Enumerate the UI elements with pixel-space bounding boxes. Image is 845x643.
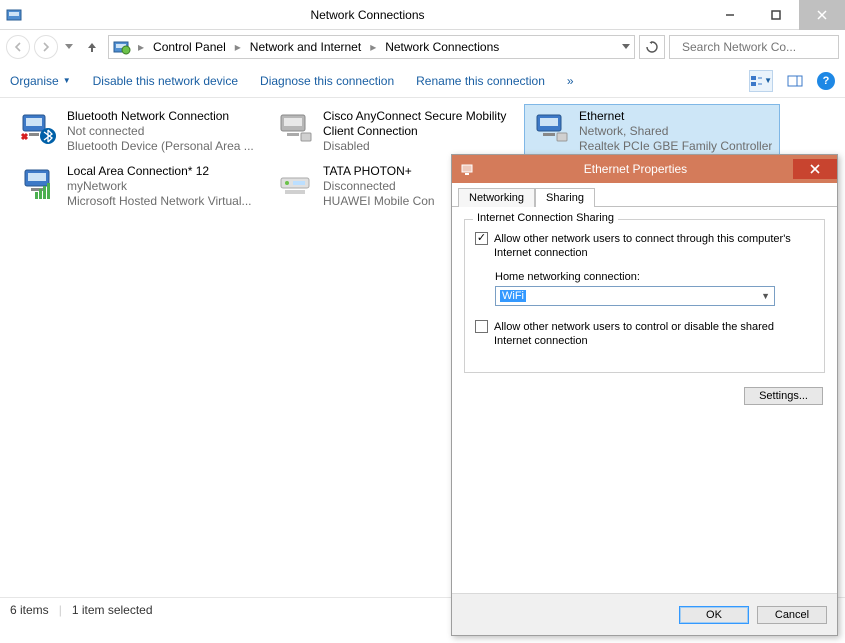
diagnose-connection-button[interactable]: Diagnose this connection	[260, 74, 394, 88]
allow-control-label: Allow other network users to control or …	[494, 320, 814, 349]
tab-networking[interactable]: Networking	[458, 188, 535, 207]
group-legend: Internet Connection Sharing	[473, 212, 618, 224]
allow-connect-checkbox-row[interactable]: Allow other network users to connect thr…	[475, 232, 814, 261]
help-button[interactable]: ?	[817, 72, 835, 90]
item-name: Ethernet	[579, 109, 772, 124]
chevron-down-icon: ▼	[63, 76, 71, 85]
connection-item-ethernet[interactable]: Ethernet Network, Shared Realtek PCIe GB…	[524, 104, 780, 159]
location-icon	[113, 39, 131, 55]
address-bar[interactable]: ▸ Control Panel ▸ Network and Internet ▸…	[108, 35, 635, 59]
ics-group: Internet Connection Sharing Allow other …	[464, 219, 825, 373]
close-button[interactable]	[799, 0, 845, 30]
navigation-bar: ▸ Control Panel ▸ Network and Internet ▸…	[0, 30, 845, 64]
item-device: Bluetooth Device (Personal Area ...	[67, 139, 254, 154]
checkbox-icon[interactable]	[475, 232, 488, 245]
organise-menu[interactable]: Organise▼	[10, 74, 71, 88]
search-box[interactable]	[669, 35, 839, 59]
dialog-tabs: Networking Sharing	[452, 183, 837, 207]
chevron-right-icon: ▸	[367, 40, 379, 54]
checkbox-icon[interactable]	[475, 320, 488, 333]
home-network-value: WiFi	[500, 290, 526, 302]
ethernet-properties-dialog: Ethernet Properties Networking Sharing I…	[451, 154, 838, 636]
item-status: Not connected	[67, 124, 254, 139]
item-name: Bluetooth Network Connection	[67, 109, 254, 124]
breadcrumb-network-connections[interactable]: Network Connections	[383, 39, 501, 55]
item-device: Realtek PCIe GBE Family Controller	[579, 139, 772, 154]
item-status: Network, Shared	[579, 124, 772, 139]
status-item-count: 6 items	[10, 603, 49, 617]
chevron-right-icon: ▸	[135, 40, 147, 54]
refresh-button[interactable]	[639, 35, 665, 59]
breadcrumb-network-internet[interactable]: Network and Internet	[248, 39, 363, 55]
connection-item-local-area[interactable]: Local Area Connection* 12 myNetwork Micr…	[12, 159, 268, 214]
disable-device-button[interactable]: Disable this network device	[93, 74, 238, 88]
item-status: Disabled	[323, 139, 517, 154]
rename-connection-button[interactable]: Rename this connection	[416, 74, 545, 88]
item-status: Disconnected	[323, 179, 435, 194]
breadcrumb-control-panel[interactable]: Control Panel	[151, 39, 228, 55]
up-button[interactable]	[80, 35, 104, 59]
home-network-combo[interactable]: WiFi ▼	[495, 286, 775, 306]
dialog-close-button[interactable]	[793, 159, 837, 179]
item-name: Cisco AnyConnect Secure Mobility Client …	[323, 109, 517, 139]
window-titlebar: Network Connections	[0, 0, 845, 30]
forward-button[interactable]	[34, 35, 58, 59]
chevron-down-icon[interactable]	[622, 44, 630, 50]
status-selected-count: 1 item selected	[72, 603, 153, 617]
item-device: HUAWEI Mobile Con	[323, 194, 435, 209]
item-name: Local Area Connection* 12	[67, 164, 252, 179]
dialog-footer: OK Cancel	[452, 593, 837, 635]
view-options-button[interactable]: ▼	[749, 70, 773, 92]
dialog-titlebar[interactable]: Ethernet Properties	[452, 155, 837, 183]
home-network-label: Home networking connection:	[495, 271, 814, 283]
item-status: myNetwork	[67, 179, 252, 194]
window-title: Network Connections	[28, 8, 707, 22]
chevron-down-icon: ▼	[761, 291, 770, 301]
adapter-icon	[458, 162, 478, 176]
preview-pane-button[interactable]	[783, 70, 807, 92]
window-sysicon	[0, 0, 28, 30]
more-commands-button[interactable]: »	[567, 74, 574, 88]
allow-control-checkbox-row[interactable]: Allow other network users to control or …	[475, 320, 814, 349]
network-adapter-icon	[19, 164, 59, 204]
dialog-body: Internet Connection Sharing Allow other …	[452, 207, 837, 593]
command-bar: Organise▼ Disable this network device Di…	[0, 64, 845, 98]
dialog-title: Ethernet Properties	[478, 162, 793, 176]
settings-button[interactable]: Settings...	[744, 387, 823, 405]
cancel-button[interactable]: Cancel	[757, 606, 827, 624]
allow-connect-label: Allow other network users to connect thr…	[494, 232, 814, 261]
back-button[interactable]	[6, 35, 30, 59]
ok-button[interactable]: OK	[679, 606, 749, 624]
recent-locations-button[interactable]	[62, 44, 76, 50]
connection-item-bluetooth[interactable]: Bluetooth Network Connection Not connect…	[12, 104, 268, 159]
item-name: TATA PHOTON+	[323, 164, 435, 179]
maximize-button[interactable]	[753, 0, 799, 30]
tab-sharing[interactable]: Sharing	[535, 188, 595, 207]
network-adapter-icon	[531, 109, 571, 149]
chevron-right-icon: ▸	[232, 40, 244, 54]
network-adapter-icon	[275, 109, 315, 149]
minimize-button[interactable]	[707, 0, 753, 30]
item-device: Microsoft Hosted Network Virtual...	[67, 194, 252, 209]
search-input[interactable]	[682, 40, 837, 54]
connection-item-cisco[interactable]: Cisco AnyConnect Secure Mobility Client …	[268, 104, 524, 159]
modem-icon	[275, 164, 315, 204]
network-adapter-icon	[19, 109, 59, 149]
